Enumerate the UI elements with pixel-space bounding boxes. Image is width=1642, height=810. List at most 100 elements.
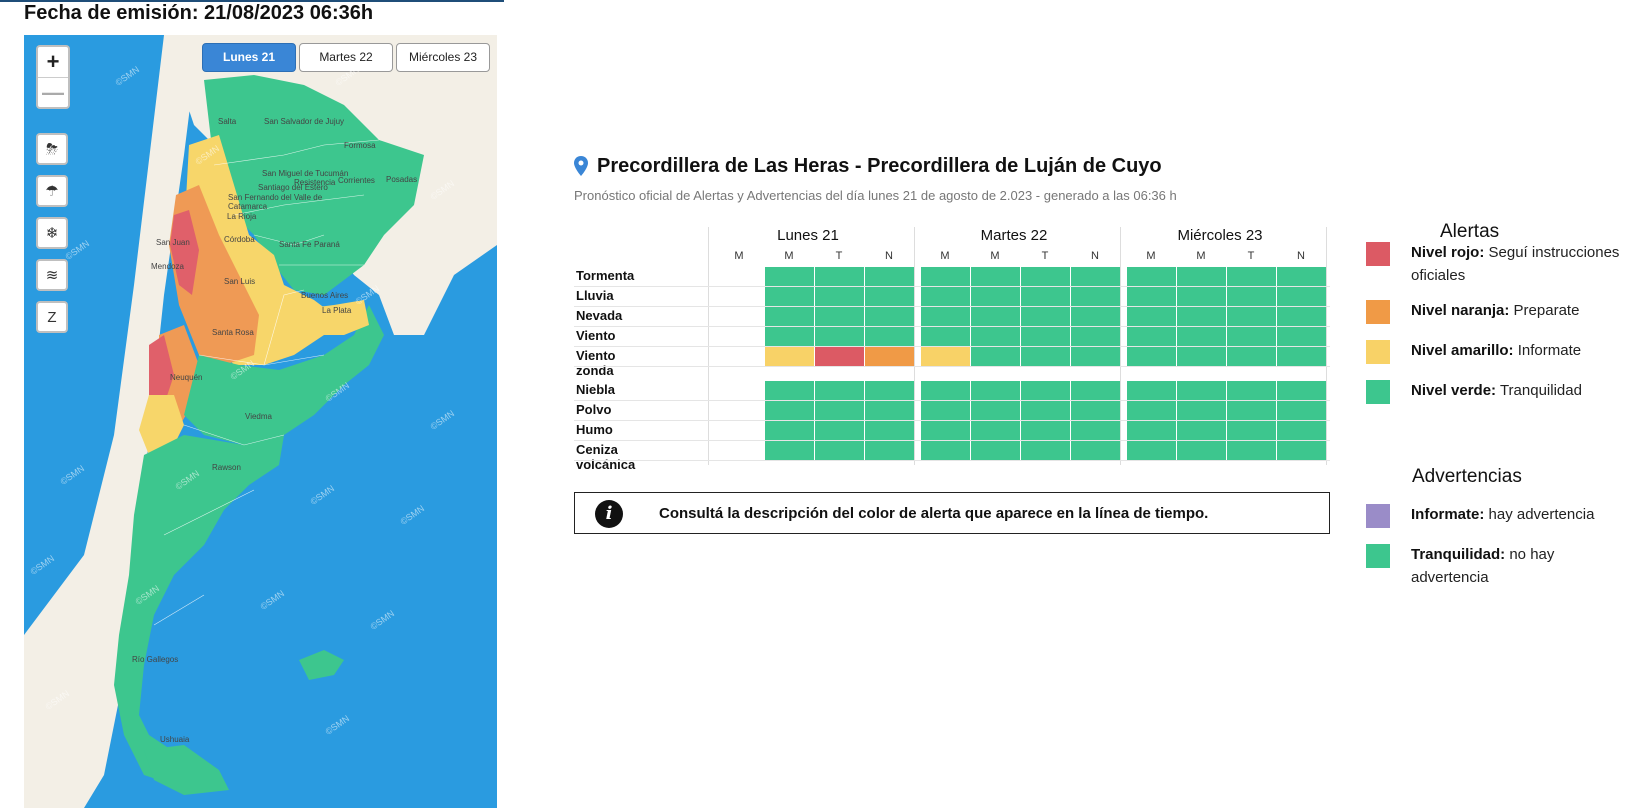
timeline-cell-verde — [815, 327, 864, 346]
timeline-cell-verde — [765, 381, 814, 400]
timeline-cell-verde — [765, 287, 814, 306]
legend-item: Nivel amarillo: Informate — [1411, 342, 1582, 359]
timeline-slot-label: N — [1091, 250, 1099, 262]
timeline-cell-verde — [1277, 441, 1326, 460]
info-note-text: Consultá la descripción del color de ale… — [659, 505, 1209, 522]
timeline-cell-verde — [1277, 381, 1326, 400]
map-label: Corrientes — [338, 176, 375, 185]
timeline-cell-verde — [971, 401, 1020, 420]
map-label: Córdoba — [224, 235, 255, 244]
legend-swatch — [1366, 544, 1390, 568]
timeline-cell-verde — [921, 401, 970, 420]
timeline-cell-verde — [971, 381, 1020, 400]
timeline-cell-verde — [921, 327, 970, 346]
timeline-cell-verde — [1021, 421, 1070, 440]
timeline-cell-verde — [1177, 401, 1226, 420]
zoom-out-button[interactable]: — — [38, 77, 68, 108]
timeline-cell-verde — [815, 421, 864, 440]
storm-filter-button[interactable]: ⛈ — [36, 133, 68, 165]
timeline-row-rule — [574, 366, 1330, 367]
map-label: San Salvador de Jujuy — [264, 117, 345, 126]
map-label: San Luis — [224, 277, 256, 286]
timeline-cell-verde — [1021, 307, 1070, 326]
timeline-slot-label: M — [1196, 250, 1206, 262]
legend-swatch — [1366, 242, 1390, 266]
timeline-cell-verde — [921, 267, 970, 286]
timeline-cell-verde — [1277, 307, 1326, 326]
timeline-cell-verde — [865, 421, 914, 440]
wind-filter-button[interactable]: ≋ — [36, 259, 68, 291]
legend-swatch — [1366, 340, 1390, 364]
timeline-cell-verde — [1177, 421, 1226, 440]
timeline-cell-verde — [865, 267, 914, 286]
tierra-del-fuego — [144, 745, 229, 795]
issue-date: Fecha de emisión: 21/08/2023 06:36h — [24, 2, 374, 24]
zoom-control: + — — [36, 45, 70, 109]
map-label: San Fernando del Valle de Catamarca — [228, 193, 323, 211]
timeline-cell-verde — [1127, 307, 1176, 326]
location-pin-icon — [574, 156, 588, 176]
map-label: Santiago del Estero — [258, 183, 328, 192]
day-tabs: Lunes 21 Martes 22 Miércoles 23 — [202, 43, 491, 72]
timeline-cell-verde — [921, 381, 970, 400]
map-label: Santa Fe — [279, 240, 312, 249]
timeline-cell-verde — [1227, 287, 1276, 306]
legend-item: Nivel verde: Tranquilidad — [1411, 382, 1582, 399]
timeline-cell-verde — [1071, 267, 1120, 286]
timeline-cell-verde — [1277, 421, 1326, 440]
snow-icon: ❄ — [45, 225, 59, 242]
timeline-cell-verde — [921, 421, 970, 440]
timeline-cell-verde — [1071, 381, 1120, 400]
map-label: Paraná — [314, 240, 340, 249]
alert-map[interactable]: + — ⛈ ☂ ❄ ≋ Z Lunes 21 Martes 22 Miércol… — [24, 35, 497, 808]
storm-icon: ⛈ — [45, 140, 58, 158]
province-patagonia — [114, 435, 284, 790]
timeline-cell-verde — [1021, 441, 1070, 460]
zoom-in-button[interactable]: + — [38, 47, 68, 77]
map-label: Viedma — [245, 412, 272, 421]
timeline-cell-verde — [1277, 287, 1326, 306]
timeline-cell-verde — [1071, 287, 1120, 306]
snow-filter-button[interactable]: ❄ — [36, 217, 68, 249]
timeline-cell-amarillo — [765, 347, 814, 366]
timeline-cell-verde — [1177, 287, 1226, 306]
timeline-cell-verde — [971, 347, 1020, 366]
zonda-filter-button[interactable]: Z — [36, 301, 68, 333]
timeline-cell-verde — [815, 401, 864, 420]
legend-item: Nivel naranja: Preparate — [1411, 302, 1580, 319]
timeline-cell-verde — [971, 267, 1020, 286]
legend-item: Tranquilidad: no hay advertencia — [1411, 546, 1555, 586]
timeline-cell-verde — [1177, 327, 1226, 346]
timeline-row-label: Viento zonda — [576, 348, 616, 378]
timeline-slot-label: M — [940, 250, 950, 262]
timeline-slot-label: M — [1146, 250, 1156, 262]
rain-filter-button[interactable]: ☂ — [36, 175, 68, 207]
tab-martes-22[interactable]: Martes 22 — [299, 43, 393, 72]
map-label: Posadas — [386, 175, 418, 184]
timeline-day: Miércoles 23 — [1177, 227, 1263, 244]
info-note: i Consultá la descripción del color de a… — [574, 492, 1330, 534]
timeline-cell-verde — [765, 421, 814, 440]
timeline-cell-verde — [1277, 267, 1326, 286]
timeline-cell-verde — [815, 287, 864, 306]
map-label: Rawson — [212, 463, 241, 472]
legend-item: Nivel rojo: Seguí instrucciones oficiale… — [1411, 244, 1620, 284]
tab-miercoles-23[interactable]: Miércoles 23 — [396, 43, 491, 72]
map-label: Mendoza — [151, 262, 184, 271]
timeline-cell-verde — [765, 401, 814, 420]
timeline-row-label: Lluvia — [576, 288, 614, 303]
rain-icon: ☂ — [45, 183, 59, 200]
timeline-cell-verde — [1021, 381, 1070, 400]
timeline-cell-verde — [1227, 401, 1276, 420]
timeline-cell-verde — [1127, 287, 1176, 306]
timeline-cell-verde — [1127, 421, 1176, 440]
timeline-row-rule — [574, 460, 1330, 461]
timeline-cell-verde — [1127, 267, 1176, 286]
timeline-cell-verde — [1227, 381, 1276, 400]
legend-item: Informate: hay advertencia — [1411, 506, 1595, 523]
tab-lunes-21[interactable]: Lunes 21 — [202, 43, 296, 72]
timeline-cell-verde — [1227, 307, 1276, 326]
timeline-cell-verde — [921, 307, 970, 326]
timeline-cell-verde — [1227, 441, 1276, 460]
timeline-cell-verde — [865, 401, 914, 420]
